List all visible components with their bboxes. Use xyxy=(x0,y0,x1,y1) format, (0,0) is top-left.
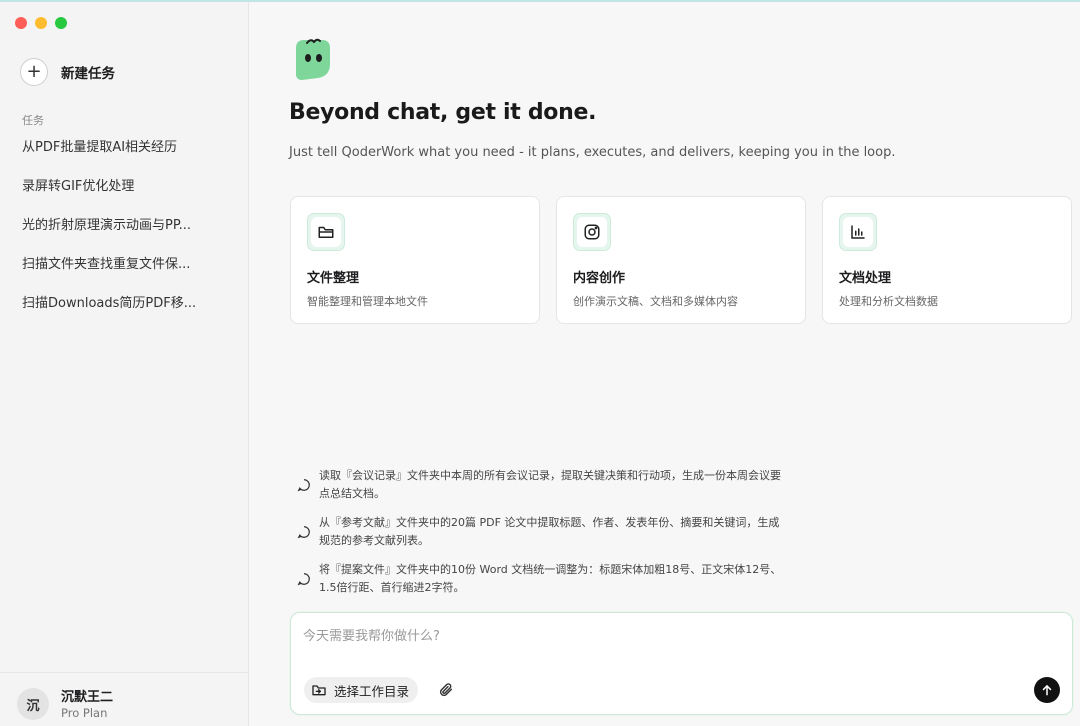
chat-bubble-icon xyxy=(297,526,310,539)
task-item[interactable]: 扫描文件夹查找重复文件保... xyxy=(22,255,222,294)
new-task-button[interactable]: + 新建任务 xyxy=(20,58,115,86)
card-description: 智能整理和管理本地文件 xyxy=(307,295,428,308)
capability-cards: 文件整理 智能整理和管理本地文件 内容创作 创作演示文稿、文档和多媒体内容 文档… xyxy=(290,196,1074,324)
chat-bubble-icon xyxy=(297,479,310,492)
card-file-organize[interactable]: 文件整理 智能整理和管理本地文件 xyxy=(290,196,540,324)
page-title: Beyond chat, get it done. xyxy=(289,100,597,125)
instagram-icon xyxy=(584,224,600,240)
user-profile[interactable]: 沉 沉默王二 Pro Plan xyxy=(0,672,248,726)
task-item[interactable]: 录屏转GIF优化处理 xyxy=(22,177,222,216)
suggestion-list: 读取『会议记录』文件夹中本周的所有会议记录，提取关键决策和行动项，生成一份本周会… xyxy=(297,466,797,607)
zoom-window-button[interactable] xyxy=(55,17,67,29)
suggestion-item[interactable]: 读取『会议记录』文件夹中本周的所有会议记录，提取关键决策和行动项，生成一份本周会… xyxy=(297,466,797,513)
card-description: 创作演示文稿、文档和多媒体内容 xyxy=(573,295,738,308)
task-item[interactable]: 扫描Downloads简历PDF移... xyxy=(22,294,222,333)
card-icon-inner xyxy=(843,217,873,247)
card-description: 处理和分析文档数据 xyxy=(839,295,938,308)
plus-icon: + xyxy=(20,58,48,86)
task-item[interactable]: 光的折射原理演示动画与PP... xyxy=(22,216,222,255)
card-icon-inner xyxy=(311,217,341,247)
card-icon-frame xyxy=(573,213,611,251)
suggestion-text: 将『提案文件』文件夹中的10份 Word 文档统一调整为：标题宋体加粗18号、正… xyxy=(319,563,782,594)
card-icon-frame xyxy=(307,213,345,251)
card-title: 文档处理 xyxy=(839,271,892,286)
app-window: + 新建任务 任务 从PDF批量提取AI相关经历 录屏转GIF优化处理 光的折射… xyxy=(0,0,1080,726)
page-subtitle: Just tell QoderWork what you need - it p… xyxy=(289,145,896,160)
arrow-up-icon xyxy=(1042,685,1052,696)
user-plan: Pro Plan xyxy=(61,706,108,720)
composer: 选择工作目录 xyxy=(290,612,1073,715)
user-name: 沉默王二 xyxy=(61,690,114,705)
window-controls xyxy=(15,17,67,29)
select-workdir-button[interactable]: 选择工作目录 xyxy=(304,677,419,703)
card-icon-frame xyxy=(839,213,877,251)
bar-chart-icon xyxy=(851,225,865,239)
folder-icon xyxy=(318,226,334,238)
folder-import-icon xyxy=(312,685,326,696)
card-document-processing[interactable]: 文档处理 处理和分析文档数据 xyxy=(822,196,1072,324)
card-content-creation[interactable]: 内容创作 创作演示文稿、文档和多媒体内容 xyxy=(556,196,806,324)
prompt-input[interactable] xyxy=(303,625,1043,647)
avatar: 沉 xyxy=(17,688,49,720)
task-item[interactable]: 从PDF批量提取AI相关经历 xyxy=(22,138,222,177)
card-icon-inner xyxy=(577,217,607,247)
sidebar: + 新建任务 任务 从PDF批量提取AI相关经历 录屏转GIF优化处理 光的折射… xyxy=(0,2,249,726)
chat-bubble-icon xyxy=(297,573,310,586)
paperclip-icon[interactable] xyxy=(438,682,454,698)
suggestion-item[interactable]: 将『提案文件』文件夹中的10份 Word 文档统一调整为：标题宋体加粗18号、正… xyxy=(297,560,797,607)
qoderwork-logo-icon xyxy=(296,38,330,80)
task-list: 从PDF批量提取AI相关经历 录屏转GIF优化处理 光的折射原理演示动画与PP.… xyxy=(22,138,222,333)
new-task-label: 新建任务 xyxy=(61,66,115,82)
minimize-window-button[interactable] xyxy=(35,17,47,29)
main-panel: Beyond chat, get it done. Just tell Qode… xyxy=(249,2,1080,726)
suggestion-item[interactable]: 从『参考文献』文件夹中的20篇 PDF 论文中提取标题、作者、发表年份、摘要和关… xyxy=(297,513,797,560)
send-button[interactable] xyxy=(1034,677,1060,703)
select-workdir-label: 选择工作目录 xyxy=(334,683,410,699)
suggestion-text: 读取『会议记录』文件夹中本周的所有会议记录，提取关键决策和行动项，生成一份本周会… xyxy=(319,469,781,500)
suggestion-text: 从『参考文献』文件夹中的20篇 PDF 论文中提取标题、作者、发表年份、摘要和关… xyxy=(319,516,780,547)
card-title: 内容创作 xyxy=(573,271,626,286)
card-title: 文件整理 xyxy=(307,271,360,286)
close-window-button[interactable] xyxy=(15,17,27,29)
tasks-section-label: 任务 xyxy=(22,114,44,127)
